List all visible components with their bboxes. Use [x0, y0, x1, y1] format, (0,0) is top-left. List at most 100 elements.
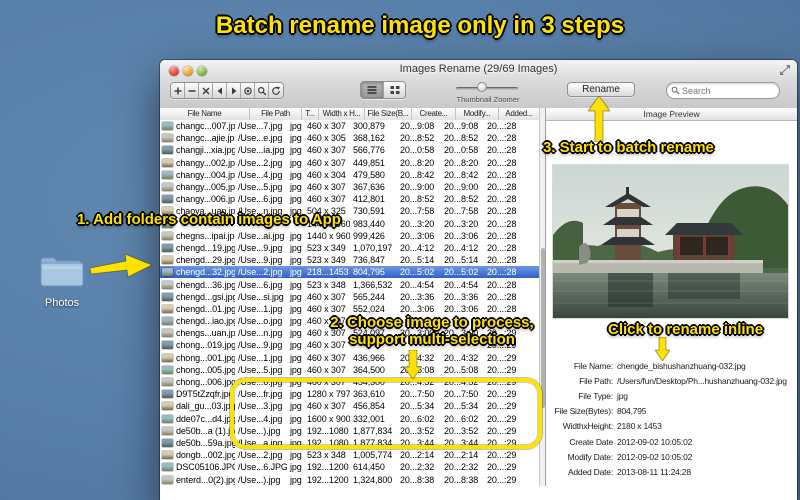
- zoom-window-button[interactable]: [197, 66, 207, 76]
- cell-modified: 20...0:58: [444, 145, 479, 156]
- column-header[interactable]: File Size(B...: [365, 108, 412, 120]
- table-row[interactable]: enterd...0(2).jpg/Use...).jpg jpg 192...12…: [160, 473, 540, 485]
- search-field[interactable]: [666, 82, 780, 99]
- magnifier-icon: [257, 86, 266, 95]
- preview-field-label: File Type:: [578, 390, 613, 401]
- arrow-to-selection-area: [404, 350, 422, 379]
- preview-field-value[interactable]: chengde_bishushanzhuang-032.jpg: [613, 361, 793, 371]
- rename-button[interactable]: Rename: [567, 82, 635, 97]
- cell-size: 300,879: [353, 121, 385, 132]
- cell-size: 730,591: [353, 206, 385, 217]
- photos-folder[interactable]: Photos: [36, 254, 88, 309]
- table-row[interactable]: changc...ajie.jpg/Use...e.jpg jpg 460 x 30…: [160, 132, 540, 144]
- fullscreen-icon[interactable]: [779, 64, 791, 76]
- preview-field: Create Date 2012-09-02 10:05:02: [546, 434, 797, 449]
- table-row[interactable]: changc...007.jpg/Use...7.jpg jpg 460 x 307…: [160, 120, 540, 132]
- next-button[interactable]: [227, 83, 241, 98]
- close-window-button[interactable]: [169, 66, 179, 76]
- row-thumbnail: [162, 304, 173, 313]
- list-view-button[interactable]: [361, 82, 383, 98]
- delete-button[interactable]: [199, 83, 213, 98]
- cell-path: /Use...5.jpg: [238, 182, 283, 193]
- column-header[interactable]: File Path: [250, 108, 302, 120]
- cell-type: jpg: [290, 364, 302, 375]
- cell-dim: 460 x 307: [307, 364, 346, 375]
- cell-size: 436,966: [353, 352, 385, 363]
- table-row[interactable]: changy...004.jpg/Use...4.jpg jpg 460 x 304…: [160, 169, 540, 181]
- table-row[interactable]: changji...xia.jpg/Use...ia.jpg jpg 460 x 3…: [160, 144, 540, 156]
- table-row[interactable]: dongb...002.jpg/Use...2.jpg jpg 523 x 348 1…: [160, 449, 540, 461]
- cell-name: chong...005.jpg: [176, 364, 235, 375]
- cell-created: 20...3:36: [400, 291, 435, 302]
- cell-added: 20...:28: [487, 230, 517, 241]
- column-header[interactable]: Create...: [412, 108, 456, 120]
- search-button[interactable]: [255, 83, 269, 98]
- grid-view-button[interactable]: [383, 82, 405, 98]
- cell-added: 20...:28: [487, 206, 517, 217]
- cell-created: 20...5:14: [400, 255, 435, 266]
- row-thumbnail: [162, 353, 173, 362]
- cell-created: 20...8:52: [400, 133, 435, 144]
- column-header[interactable]: Added...: [499, 108, 540, 120]
- cell-dim: 523 x 349: [307, 242, 346, 253]
- refresh-button[interactable]: [269, 83, 283, 98]
- cell-type: jpg: [290, 169, 302, 180]
- cell-size: 449,851: [353, 157, 385, 168]
- preview-button[interactable]: [241, 83, 255, 98]
- cell-added: 20...:29: [487, 364, 517, 375]
- cell-added: 20...:29: [487, 450, 517, 461]
- row-thumbnail: [162, 378, 173, 387]
- table-row[interactable]: changy...006.jpg/Use...6.jpg jpg 460 x 307…: [160, 193, 540, 205]
- table-row[interactable]: changy...002.jpg/Use...2.jpg jpg 460 x 307…: [160, 157, 540, 169]
- cell-added: 20...:28: [487, 157, 517, 168]
- cell-modified: 20...7:58: [444, 206, 479, 217]
- table-row[interactable]: chengd...19.jpg/Use...9.jpg jpg 523 x 349 1…: [160, 242, 540, 254]
- table-row[interactable]: chengd...29.jpg/Use...9.jpg jpg 523 x 349 7…: [160, 254, 540, 266]
- table-row[interactable]: chong...005.jpg/Use...5.jpg jpg 460 x 307 3…: [160, 364, 540, 376]
- add-button[interactable]: [171, 83, 185, 98]
- cell-dim: 460 x 307: [307, 291, 346, 302]
- cell-created: 20...0:58: [400, 145, 435, 156]
- column-header[interactable]: Modify...: [456, 108, 499, 120]
- table-row[interactable]: chengd...gsi.jpg/Use...si.jpg jpg 460 x 30…: [160, 291, 540, 303]
- cell-type: jpg: [290, 133, 302, 144]
- cell-dim: 460 x 304: [307, 169, 346, 180]
- image-preview-pane: Image Preview File Name: chengde_bishush…: [546, 108, 797, 486]
- search-input[interactable]: [682, 85, 772, 96]
- row-thumbnail: [162, 268, 173, 277]
- cell-dim: 218...1453: [307, 267, 349, 278]
- preview-field: File Size(Bytes): 804,795: [546, 404, 797, 419]
- cell-modified: 20...9:08: [444, 121, 479, 132]
- cell-type: jpg: [290, 255, 302, 266]
- row-thumbnail: [162, 146, 173, 155]
- column-header[interactable]: T...: [302, 108, 319, 120]
- cell-name: chengd...01.jpg: [176, 303, 235, 314]
- previous-button[interactable]: [213, 83, 227, 98]
- cell-name: chengs...uan.jpg: [176, 328, 235, 339]
- cell-name: chegns...ipai.jpg: [176, 230, 235, 241]
- thumbnail-zoomer-knob[interactable]: [477, 82, 487, 92]
- row-thumbnail: [162, 390, 173, 399]
- thumbnail-zoomer-track[interactable]: [456, 87, 518, 90]
- thumbnail-zoomer-label: Thumbnail Zoomer: [456, 95, 520, 104]
- remove-button[interactable]: [185, 83, 199, 98]
- cell-name: changy...005.jpg: [176, 182, 235, 193]
- cell-modified: 20...2:14: [444, 450, 479, 461]
- cell-name: changy...002.jpg: [176, 157, 235, 168]
- table-row[interactable]: chengd...32.jpg/Use...2.jpg jpg 218...1453…: [160, 266, 540, 279]
- cell-size: 565,244: [353, 291, 385, 302]
- column-header[interactable]: Width x H...: [319, 108, 365, 120]
- cell-created: 20...8:52: [400, 194, 435, 205]
- table-row[interactable]: chegns...ipai.jpg/Use...ai.jpg jpg 1440 x …: [160, 230, 540, 242]
- cell-size: 1,005,774: [353, 450, 393, 461]
- minimize-window-button[interactable]: [183, 66, 193, 76]
- cell-type: jpg: [290, 230, 302, 241]
- table-row[interactable]: chengd...36.jpg/Use...6.jpg jpg 523 x 348 1…: [160, 278, 540, 290]
- cell-size: 1,366,532: [353, 279, 393, 290]
- table-row[interactable]: chong...001.jpg/Use...1.jpg jpg 460 x 307 4…: [160, 352, 540, 364]
- table-row[interactable]: DSC05106.JPG/Use...6.JPG jpg 192...1200 614…: [160, 461, 540, 473]
- cell-created: 20...4:12: [400, 242, 435, 253]
- cell-size: 368,162: [353, 133, 385, 144]
- column-header[interactable]: File Name: [160, 108, 250, 120]
- table-row[interactable]: changy...005.jpg/Use...5.jpg jpg 460 x 307…: [160, 181, 540, 193]
